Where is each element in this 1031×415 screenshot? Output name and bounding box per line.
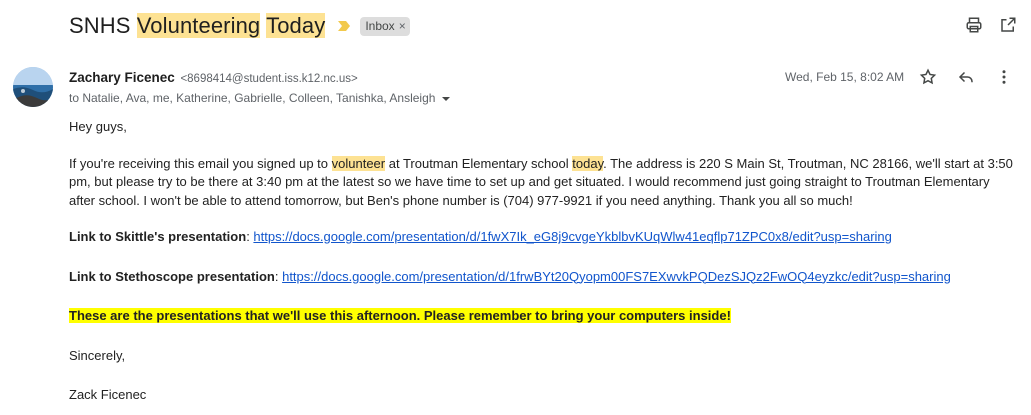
sender-email: <8698414@student.iss.k12.nc.us> [180, 73, 358, 85]
thread-toolbar [964, 15, 1018, 35]
star-icon[interactable] [918, 67, 938, 87]
stethoscope-link-label: Link to Stethoscope presentation [69, 268, 275, 284]
search-highlight: today [572, 155, 604, 171]
stethoscope-presentation-link[interactable]: https://docs.google.com/presentation/d/1… [282, 269, 951, 284]
label-text: Inbox [365, 18, 395, 33]
stethoscope-link-line: Link to Stethoscope presentation: https:… [69, 268, 951, 284]
subject-row: SNHS Volunteering Today Inbox × [69, 11, 410, 41]
remove-label-icon[interactable]: × [399, 19, 406, 34]
skittles-link-label: Link to Skittle's presentation [69, 229, 247, 244]
email-subject: SNHS Volunteering Today [69, 13, 326, 38]
open-in-new-window-icon[interactable] [998, 15, 1018, 35]
sender-avatar[interactable] [13, 67, 53, 107]
reply-icon[interactable] [956, 67, 976, 87]
sender-line: Zachary Ficenec <8698414@student.iss.k12… [69, 70, 358, 85]
sender-name[interactable]: Zachary Ficenec [69, 70, 175, 85]
signature: Zack Ficenec [69, 387, 147, 402]
highlighted-note-line: These are the presentations that we'll u… [69, 307, 1019, 326]
email-date: Wed, Feb 15, 8:02 AM [785, 70, 905, 84]
chevron-down-icon[interactable] [441, 93, 451, 103]
main-paragraph: If you're receiving this email you signe… [69, 155, 1013, 208]
recipients-line: to Natalie, Ava, me, Katherine, Gabriell… [69, 91, 451, 105]
search-highlight: volunteer [331, 155, 386, 171]
skittles-presentation-link[interactable]: https://docs.google.com/presentation/d/1… [253, 229, 891, 244]
skittles-link-line: Link to Skittle's presentation: https://… [69, 229, 892, 244]
inbox-label-chip[interactable]: Inbox × [360, 16, 410, 36]
more-vert-icon[interactable] [994, 67, 1014, 87]
highlighted-note: These are the presentations that we'll u… [69, 308, 731, 323]
greeting: Hey guys, [69, 119, 127, 134]
message-actions [918, 67, 1014, 87]
importance-marker-icon[interactable] [337, 19, 351, 33]
email-body: Hey guys, If you're receiving this email… [69, 118, 1019, 405]
closing: Sincerely, [69, 347, 126, 363]
recipients-text: to Natalie, Ava, me, Katherine, Gabriell… [69, 91, 436, 105]
print-icon[interactable] [964, 15, 984, 35]
email-view: SNHS Volunteering Today Inbox × Zachary … [0, 0, 1031, 415]
